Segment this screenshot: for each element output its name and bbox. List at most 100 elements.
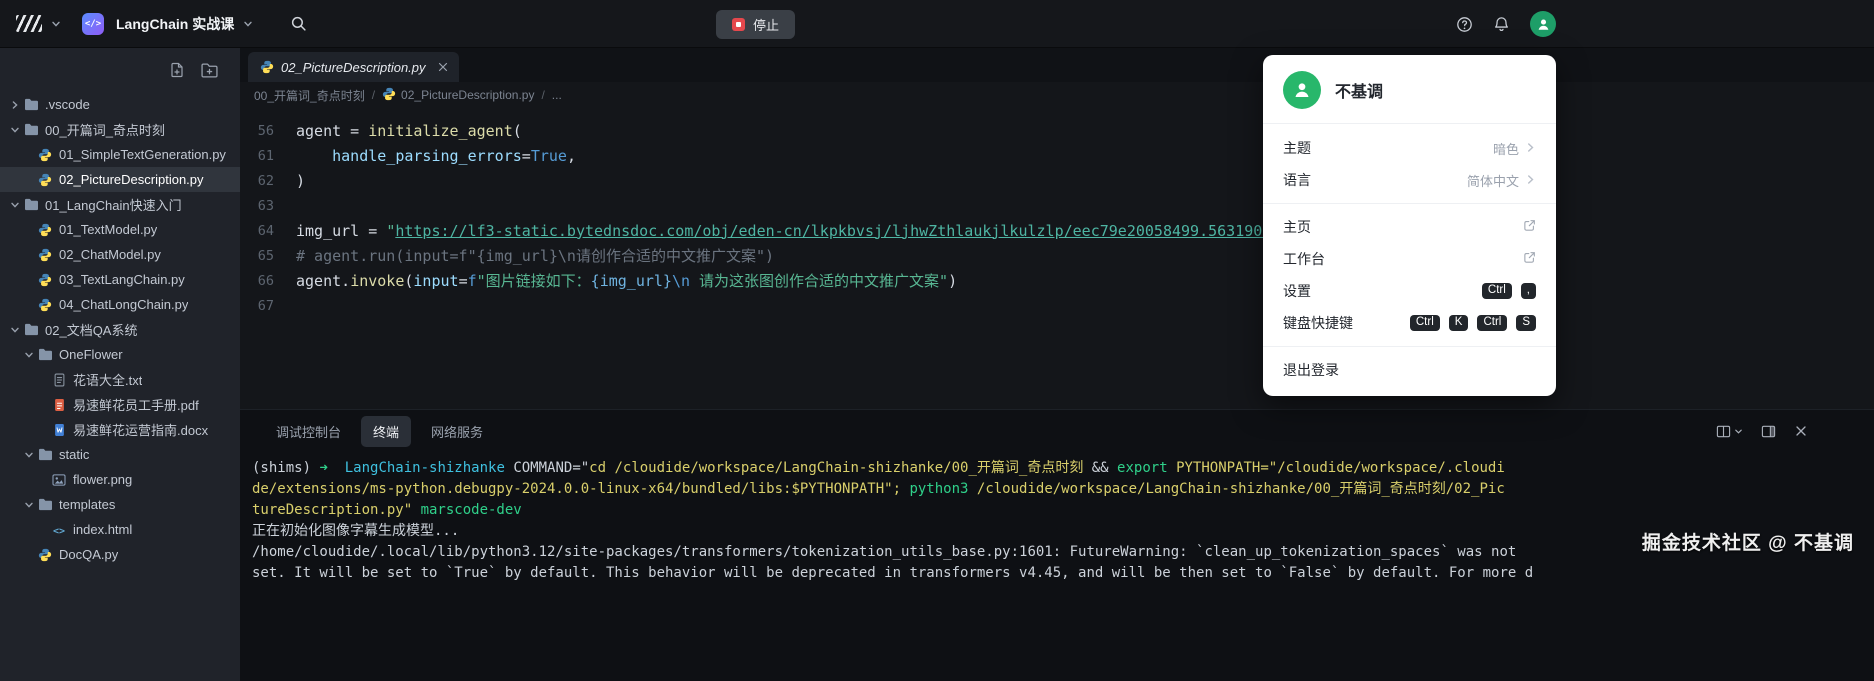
topbar-left-group: LangChain 实战课 bbox=[0, 13, 307, 35]
menu-item-value: 简体中文 bbox=[1467, 171, 1519, 190]
user-menu-items: 主题暗色语言简体中文主页工作台设置Ctrl,键盘快捷键CtrlKCtrlS退出登… bbox=[1263, 132, 1556, 386]
file-tree: .vscode 00_开篇词_奇点时刻 01_SimpleTextGeneratio… bbox=[0, 92, 240, 681]
file-tree-item[interactable]: 00_开篇词_奇点时刻 bbox=[0, 117, 240, 142]
python-file-icon bbox=[36, 148, 54, 162]
file-name: .vscode bbox=[45, 97, 90, 112]
file-name: 花语大全.txt bbox=[73, 370, 142, 389]
file-tree-item[interactable]: 02_文档QA系统 bbox=[0, 317, 240, 342]
word-file-icon bbox=[50, 423, 68, 437]
shortcut-key: Ctrl bbox=[1477, 315, 1507, 332]
file-name: 02_ChatModel.py bbox=[59, 247, 161, 262]
chevron-down-icon[interactable] bbox=[243, 19, 253, 29]
file-tree-item[interactable]: flower.png bbox=[0, 467, 240, 492]
file-name: 00_开篇词_奇点时刻 bbox=[45, 120, 165, 139]
menu-item-meta bbox=[1523, 251, 1536, 267]
menu-item[interactable]: 语言简体中文 bbox=[1263, 164, 1556, 196]
file-tree-item[interactable]: 02_PictureDescription.py bbox=[0, 167, 240, 192]
file-tree-item[interactable]: templates bbox=[0, 492, 240, 517]
terminal-output[interactable]: (shims) ➜ LangChain-shizhanke COMMAND="c… bbox=[240, 452, 1874, 584]
menu-item-label: 主页 bbox=[1283, 217, 1311, 237]
breadcrumb-separator: / bbox=[372, 88, 375, 102]
file-tree-item[interactable]: 01_TextModel.py bbox=[0, 217, 240, 242]
menu-item-label: 设置 bbox=[1283, 281, 1311, 301]
search-icon[interactable] bbox=[290, 15, 307, 32]
terminal-line: (shims) ➜ LangChain-shizhanke COMMAND="c… bbox=[252, 458, 1874, 479]
file-tree-item[interactable]: static bbox=[0, 442, 240, 467]
line-number: 61 bbox=[240, 148, 296, 164]
file-tree-item[interactable]: 01_SimpleTextGeneration.py bbox=[0, 142, 240, 167]
topbar: LangChain 实战课 停止 bbox=[0, 0, 1874, 48]
stop-button[interactable]: 停止 bbox=[716, 10, 795, 39]
folder-icon bbox=[22, 323, 40, 336]
stop-button-label: 停止 bbox=[753, 15, 779, 34]
file-tree-item[interactable]: index.html bbox=[0, 517, 240, 542]
split-terminal-icon[interactable] bbox=[1716, 424, 1743, 439]
help-icon[interactable] bbox=[1456, 16, 1473, 33]
menu-item[interactable]: 退出登录 bbox=[1263, 354, 1556, 386]
close-panel-icon[interactable] bbox=[1794, 424, 1808, 438]
file-tree-item[interactable]: 易速鲜花员工手册.pdf bbox=[0, 392, 240, 417]
file-name: 02_PictureDescription.py bbox=[59, 172, 204, 187]
panel-tabbar: 调试控制台 终端 网络服务 bbox=[240, 410, 1874, 452]
topbar-right-group bbox=[1456, 0, 1556, 48]
external-link-icon bbox=[1523, 219, 1536, 235]
file-tree-item[interactable]: 03_TextLangChain.py bbox=[0, 267, 240, 292]
code-line: 67 bbox=[240, 293, 1874, 318]
tab-network-service[interactable]: 网络服务 bbox=[419, 416, 495, 447]
breadcrumb-item[interactable]: 02_PictureDescription.py bbox=[382, 87, 534, 104]
python-file-icon bbox=[36, 248, 54, 262]
menu-item[interactable]: 主题暗色 bbox=[1263, 132, 1556, 164]
pdf-file-icon bbox=[50, 398, 68, 412]
tab-terminal[interactable]: 终端 bbox=[361, 416, 411, 447]
project-name[interactable]: LangChain 实战课 bbox=[116, 14, 234, 34]
chevron-down-icon bbox=[22, 450, 36, 460]
menu-item[interactable]: 键盘快捷键CtrlKCtrlS bbox=[1263, 307, 1556, 339]
file-tree-item[interactable]: 01_LangChain快速入门 bbox=[0, 192, 240, 217]
breadcrumb: 00_开篇词_奇点时刻 / 02_PictureDescription.py /… bbox=[240, 82, 1874, 108]
menu-divider bbox=[1263, 203, 1556, 204]
menu-item[interactable]: 设置Ctrl, bbox=[1263, 275, 1556, 307]
editor-tab-active[interactable]: 02_PictureDescription.py bbox=[248, 52, 459, 82]
code-line: 64img_url = "https://lf3-static.bytednsd… bbox=[240, 218, 1874, 243]
file-tree-item[interactable]: OneFlower bbox=[0, 342, 240, 367]
close-tab-icon[interactable] bbox=[437, 61, 449, 73]
new-file-icon[interactable] bbox=[169, 62, 185, 78]
breadcrumb-file: 02_PictureDescription.py bbox=[401, 88, 534, 102]
maximize-panel-icon[interactable] bbox=[1761, 424, 1776, 439]
chevron-down-icon[interactable] bbox=[51, 19, 61, 29]
new-folder-icon[interactable] bbox=[201, 63, 218, 78]
file-tree-item[interactable]: DocQA.py bbox=[0, 542, 240, 567]
breadcrumb-separator: / bbox=[541, 88, 544, 102]
line-number: 66 bbox=[240, 273, 296, 289]
user-avatar[interactable] bbox=[1530, 11, 1556, 37]
file-tree-item[interactable]: 02_ChatModel.py bbox=[0, 242, 240, 267]
code-line: 56agent = initialize_agent( bbox=[240, 118, 1874, 143]
folder-icon bbox=[22, 123, 40, 136]
username: 不基调 bbox=[1335, 78, 1383, 102]
menu-item[interactable]: 主页 bbox=[1263, 211, 1556, 243]
code-text: # agent.run(input=f"{img_url}\n请创作合适的中文推… bbox=[296, 245, 774, 266]
code-text: agent = initialize_agent( bbox=[296, 122, 522, 140]
file-tree-item[interactable]: 易速鲜花运营指南.docx bbox=[0, 417, 240, 442]
image-file-icon bbox=[50, 474, 68, 486]
chevron-right-icon bbox=[8, 100, 22, 110]
file-tree-item[interactable]: .vscode bbox=[0, 92, 240, 117]
tab-debug-console[interactable]: 调试控制台 bbox=[264, 416, 353, 447]
notifications-bell-icon[interactable] bbox=[1493, 16, 1510, 33]
app-logo-icon[interactable] bbox=[16, 15, 42, 32]
main-area: .vscode 00_开篇词_奇点时刻 01_SimpleTextGeneratio… bbox=[0, 48, 1874, 681]
file-tree-item[interactable]: 04_ChatLongChain.py bbox=[0, 292, 240, 317]
chevron-right-icon bbox=[1525, 141, 1536, 156]
panel-actions bbox=[1716, 410, 1808, 452]
menu-item-label: 键盘快捷键 bbox=[1283, 313, 1353, 333]
breadcrumb-item[interactable]: ... bbox=[552, 88, 562, 102]
folder-icon bbox=[22, 198, 40, 211]
code-text: agent.invoke(input=f"图片链接如下：{img_url}\n … bbox=[296, 270, 957, 291]
breadcrumb-item[interactable]: 00_开篇词_奇点时刻 bbox=[254, 87, 365, 104]
menu-item[interactable]: 工作台 bbox=[1263, 243, 1556, 275]
code-editor[interactable]: 56agent = initialize_agent(61 handle_par… bbox=[240, 108, 1874, 409]
code-text: img_url = "https://lf3-static.bytednsdoc… bbox=[296, 222, 1344, 240]
terminal-line: de/extensions/ms-python.debugpy-2024.0.0… bbox=[252, 479, 1874, 500]
file-tree-item[interactable]: 花语大全.txt bbox=[0, 367, 240, 392]
chevron-down-icon bbox=[8, 200, 22, 210]
